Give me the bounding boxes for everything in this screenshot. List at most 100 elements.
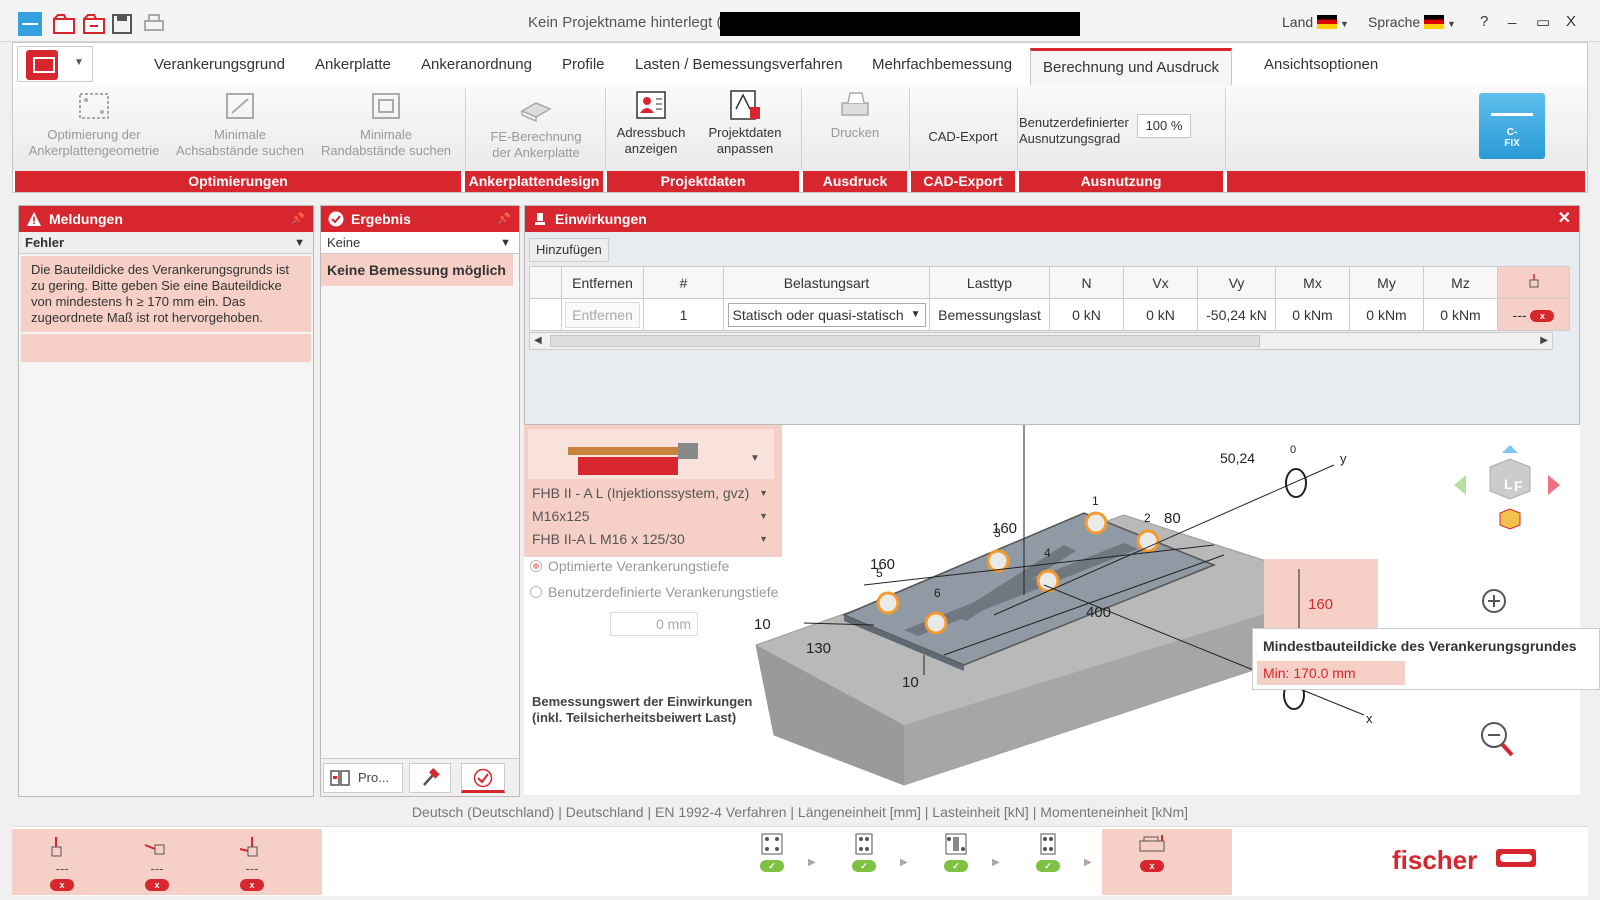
protocol-button[interactable]: Pro...: [323, 763, 403, 793]
vx-value[interactable]: 0 kN: [1123, 298, 1198, 331]
tab-berechnung-ausdruck[interactable]: Berechnung und Ausdruck: [1030, 48, 1232, 85]
tab-ankeranordnung[interactable]: Ankeranordnung: [421, 56, 532, 73]
save-icon[interactable]: [110, 12, 134, 36]
redacted-project-name: [720, 12, 1080, 36]
col-header: Vx: [1123, 266, 1198, 299]
anchor-product-image: ▼: [568, 443, 760, 475]
help-button[interactable]: ?: [1480, 13, 1488, 30]
chevron-down-icon: ▼: [294, 237, 305, 249]
anchor-bolt-3[interactable]: [986, 549, 1010, 573]
utilization-input[interactable]: 100 %: [1137, 114, 1191, 138]
result-filter-value: Keine: [327, 235, 361, 250]
user-depth-radio[interactable]: Benutzerdefinierte Verankerungstiefe: [530, 584, 778, 600]
combined-status[interactable]: --- x: [222, 831, 282, 891]
opt-depth-radio[interactable]: Optimierte Verankerungstiefe: [530, 558, 729, 574]
step-anchor-layout[interactable]: ✓: [742, 827, 802, 887]
tab-profile[interactable]: Profile: [562, 56, 605, 73]
optimize-geometry-button[interactable]: Optimierung der Ankerplattengeometrie: [23, 91, 165, 159]
anchor-bolt-6[interactable]: [924, 611, 948, 635]
load-type-cell[interactable]: Statisch oder quasi-statisch ▼: [723, 298, 930, 331]
anchor-bolt-5[interactable]: [876, 591, 900, 615]
close-window-button[interactable]: X: [1566, 13, 1576, 30]
shear-status[interactable]: --- x: [127, 831, 187, 891]
remove-row-button[interactable]: Entfernen: [565, 301, 640, 328]
c-fix-button[interactable]: C- FIX: [1479, 93, 1545, 159]
min-edge-distance-button[interactable]: Minimale Randabstände suchen: [315, 91, 457, 159]
country-selector[interactable]: Land ▼: [1282, 14, 1349, 30]
chevron-down-icon: ▼: [759, 534, 768, 544]
remove-cell[interactable]: Entfernen: [561, 298, 644, 331]
view-cube-small[interactable]: [1499, 508, 1521, 530]
horizontal-scrollbar[interactable]: ◀ ▶: [529, 332, 1553, 350]
c-fix-line2: FIX: [1504, 138, 1520, 149]
load-kind-cell[interactable]: Bemessungslast: [929, 298, 1050, 331]
depth-input[interactable]: 0 mm: [610, 612, 698, 636]
rotate-up-icon[interactable]: [1502, 445, 1518, 453]
bottom-navigation: --- x --- x --- x ✓ ▶ ✓ ▶ ✓ ▶ ✓ ▶ x fisc…: [12, 826, 1588, 896]
load-type-select[interactable]: Statisch oder quasi-statisch ▼: [727, 302, 926, 327]
cad-export-button[interactable]: CAD-Export: [917, 129, 1009, 145]
fe-calculation-button[interactable]: FE-Berechnung der Ankerplatte: [473, 93, 599, 161]
anchor-system-value: FHB II - A L (Injektionssystem, gvz): [532, 485, 750, 501]
open-project-icon[interactable]: [82, 12, 106, 36]
rotate-right-icon[interactable]: [1548, 475, 1560, 495]
print-button[interactable]: Drucken: [809, 89, 901, 141]
project-data-button[interactable]: Projektdaten anpassen: [697, 89, 793, 157]
view-cube-front-label: F: [1514, 478, 1523, 494]
maximize-button[interactable]: ▭: [1536, 13, 1550, 31]
tab-mehrfachbemessung[interactable]: Mehrfachbemessung: [872, 56, 1012, 73]
my-value[interactable]: 0 kNm: [1349, 298, 1424, 331]
optimize-geometry-line1: Optimierung der: [47, 127, 141, 142]
step-profile[interactable]: ✓: [926, 827, 986, 887]
combined-fail-badge: x: [240, 879, 264, 891]
anchor-system-select[interactable]: FHB II - A L (Injektionssystem, gvz) ▼: [528, 483, 774, 503]
new-project-icon[interactable]: [52, 12, 76, 36]
anchor-size-select[interactable]: M16x125 ▼: [528, 506, 774, 526]
anchor-bolt-1[interactable]: [1084, 511, 1108, 535]
check-button[interactable]: [461, 763, 505, 793]
min-axis-distance-button[interactable]: Minimale Achsabstände suchen: [171, 91, 309, 159]
tab-verankerungsgrund[interactable]: Verankerungsgrund: [154, 56, 285, 73]
tab-ankerplatte[interactable]: Ankerplatte: [315, 56, 391, 73]
scroll-right-icon[interactable]: ▶: [1540, 333, 1548, 349]
rotate-left-icon[interactable]: [1454, 475, 1466, 495]
mz-value[interactable]: 0 kNm: [1423, 298, 1498, 331]
messages-title: Meldungen: [49, 211, 123, 227]
ribbon-separator: [465, 89, 466, 169]
step-concrete[interactable]: x: [1122, 827, 1182, 887]
pin-icon[interactable]: 📌: [291, 206, 305, 232]
utilization-label: Benutzerdefinierter Ausnutzungsgrad: [1019, 115, 1137, 147]
anchor-product-select-text[interactable]: FHB II-A L M16 x 125/30 ▼: [528, 529, 774, 549]
tab-ansichtsoptionen[interactable]: Ansichtsoptionen: [1264, 56, 1378, 73]
vy-value[interactable]: -50,24 kN: [1197, 298, 1276, 331]
load-type-value: Statisch oder quasi-statisch: [732, 306, 904, 323]
utilization-line2: Ausnutzungsgrad: [1019, 131, 1121, 146]
language-selector[interactable]: Sprache ▼: [1368, 14, 1456, 30]
tab-lasten[interactable]: Lasten / Bemessungsverfahren: [635, 56, 843, 73]
tension-status[interactable]: --- x: [32, 831, 92, 891]
tools-button[interactable]: [409, 763, 451, 793]
table-row[interactable]: Entfernen 1 Statisch oder quasi-statisch…: [529, 298, 1570, 331]
close-icon[interactable]: ✕: [1558, 206, 1571, 232]
step-anchor-plate[interactable]: ✓: [834, 827, 894, 887]
row-select-cell[interactable]: [529, 298, 562, 331]
y-axis-label: y: [1340, 451, 1347, 466]
mx-value[interactable]: 0 kNm: [1275, 298, 1350, 331]
messages-filter-select[interactable]: Fehler ▼: [19, 232, 313, 254]
minimize-button[interactable]: _: [1508, 8, 1516, 25]
app-menu-button[interactable]: ▼: [17, 46, 93, 82]
step-loads[interactable]: ✓: [1018, 827, 1078, 887]
col-header: Entfernen: [561, 266, 644, 299]
utilization-column-header: [1497, 266, 1570, 299]
result-filter-select[interactable]: Keine ▼: [321, 232, 519, 254]
n-value[interactable]: 0 kN: [1049, 298, 1124, 331]
scroll-left-icon[interactable]: ◀: [534, 333, 542, 349]
address-book-button[interactable]: Adressbuch anzeigen: [611, 89, 691, 157]
anchor-product-select[interactable]: ▼: [528, 429, 774, 479]
add-load-button[interactable]: Hinzufügen: [529, 238, 609, 262]
scrollbar-thumb[interactable]: [550, 335, 1260, 347]
anchor-bolt-2[interactable]: [1136, 529, 1160, 553]
pin-icon[interactable]: 📌: [497, 206, 511, 232]
x-axis-label: x: [1366, 711, 1373, 726]
print-icon[interactable]: [142, 12, 166, 36]
